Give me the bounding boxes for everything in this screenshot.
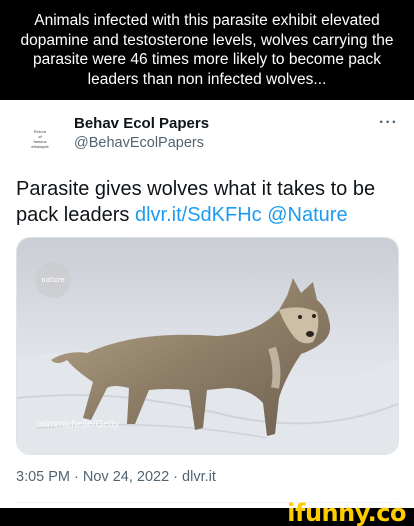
nature-badge: nature	[35, 262, 71, 298]
account-name[interactable]: Behav Ecol Papers	[74, 115, 209, 132]
svg-text:of: of	[38, 135, 42, 139]
svg-text:famous: famous	[34, 140, 47, 144]
tweet-timestamp[interactable]: 3:05 PM · Nov 24, 2022 · dlvr.it	[16, 469, 216, 485]
tweet-text: Parasite gives wolves what it takes to b…	[16, 176, 401, 228]
tweet-link[interactable]: dlvr.it/SdKFHc	[135, 204, 262, 226]
avatar-image: Picture of famous ethologist	[31, 130, 49, 149]
avatar[interactable]: Picture of famous ethologist	[20, 118, 60, 158]
meme-caption: Animals infected with this parasite exhi…	[0, 0, 414, 100]
svg-text:Picture: Picture	[34, 130, 46, 134]
ifunny-watermark: ifunny.co	[287, 499, 406, 526]
more-horizontal-icon[interactable]: ···	[379, 114, 398, 132]
tweet-media-image[interactable]: nature mlmmichelle/Getty	[16, 237, 399, 455]
photo-credit: mlmmichelle/Getty	[37, 419, 120, 430]
tweet-mention[interactable]: @Nature	[267, 204, 347, 226]
svg-text:ethologist: ethologist	[31, 145, 49, 149]
tweet-card[interactable]: Picture of famous ethologist Behav Ecol …	[0, 100, 414, 508]
account-handle[interactable]: @BehavEcolPapers	[74, 135, 204, 151]
